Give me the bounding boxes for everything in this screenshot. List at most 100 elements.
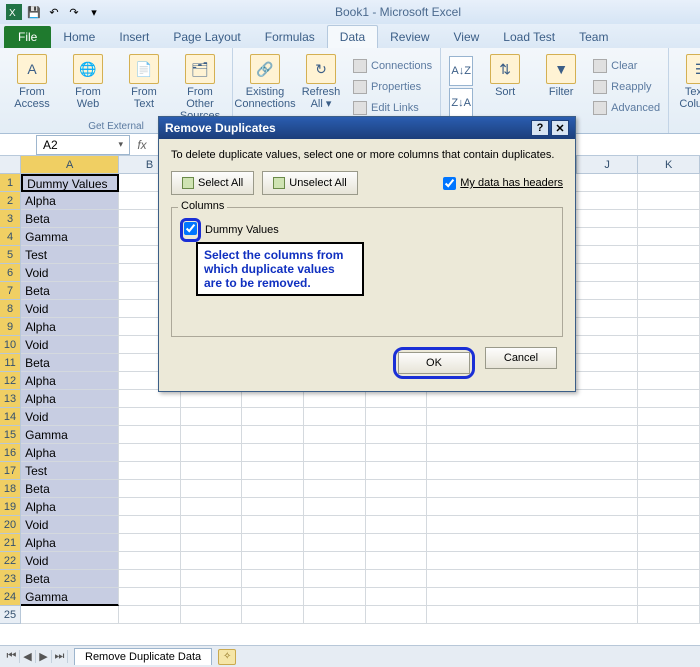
row-header[interactable]: 4 <box>0 228 21 246</box>
cell[interactable]: Beta <box>21 570 119 588</box>
cell[interactable] <box>366 516 428 534</box>
cell[interactable] <box>304 426 366 444</box>
cell[interactable]: Gamma <box>21 426 119 444</box>
cell[interactable] <box>119 588 181 606</box>
cell[interactable] <box>638 444 700 462</box>
cell[interactable]: Alpha <box>21 444 119 462</box>
cell[interactable] <box>638 426 700 444</box>
dialog-close-button[interactable]: ✕ <box>551 120 569 136</box>
cell[interactable] <box>242 426 304 444</box>
cell[interactable] <box>638 210 700 228</box>
cell[interactable] <box>242 408 304 426</box>
cell[interactable]: Void <box>21 408 119 426</box>
text-to-columns-button[interactable]: ☰Text toColumns <box>677 52 700 110</box>
row-header[interactable]: 23 <box>0 570 21 588</box>
cell[interactable] <box>304 588 366 606</box>
cell[interactable] <box>427 606 638 624</box>
select-all-button[interactable]: Select All <box>171 171 254 195</box>
existing-connections-button[interactable]: 🔗ExistingConnections <box>241 52 289 118</box>
row-header[interactable]: 21 <box>0 534 21 552</box>
cell[interactable] <box>638 462 700 480</box>
cell[interactable] <box>242 606 304 624</box>
cell[interactable] <box>181 498 243 516</box>
headers-checkbox[interactable] <box>443 177 456 190</box>
col-header-j[interactable]: J <box>577 156 639 174</box>
filter-button[interactable]: ▼Filter <box>537 52 585 118</box>
tab-home[interactable]: Home <box>51 26 107 48</box>
row-header[interactable]: 10 <box>0 336 21 354</box>
cell[interactable] <box>427 534 638 552</box>
new-sheet-button[interactable]: ✧ <box>218 649 236 665</box>
cell[interactable] <box>304 516 366 534</box>
cell[interactable]: Test <box>21 462 119 480</box>
sort-button[interactable]: ⇅Sort <box>481 52 529 118</box>
cancel-button[interactable]: Cancel <box>485 347 557 369</box>
cell[interactable] <box>638 498 700 516</box>
cell[interactable] <box>119 552 181 570</box>
row-header[interactable]: 3 <box>0 210 21 228</box>
row-header[interactable]: 14 <box>0 408 21 426</box>
properties-link[interactable]: Properties <box>353 77 432 97</box>
cell[interactable] <box>242 570 304 588</box>
connections-link[interactable]: Connections <box>353 56 432 76</box>
refresh-all-button[interactable]: ↻RefreshAll ▾ <box>297 52 345 118</box>
select-all-corner[interactable] <box>0 156 21 174</box>
cell[interactable] <box>119 408 181 426</box>
name-box[interactable]: A2 <box>36 135 130 155</box>
cell[interactable] <box>181 444 243 462</box>
row-header[interactable]: 18 <box>0 480 21 498</box>
tab-load-test[interactable]: Load Test <box>491 26 567 48</box>
cell[interactable] <box>366 444 428 462</box>
cell[interactable] <box>181 480 243 498</box>
cell[interactable] <box>366 480 428 498</box>
sheet-tab[interactable]: Remove Duplicate Data <box>74 648 212 665</box>
cell[interactable] <box>366 588 428 606</box>
cell[interactable] <box>366 534 428 552</box>
cell[interactable]: Beta <box>21 354 119 372</box>
row-header[interactable]: 5 <box>0 246 21 264</box>
cell[interactable] <box>242 534 304 552</box>
cell[interactable] <box>304 462 366 480</box>
cell[interactable] <box>242 444 304 462</box>
cell[interactable] <box>304 570 366 588</box>
cell[interactable] <box>638 264 700 282</box>
cell[interactable] <box>181 606 243 624</box>
row-header[interactable]: 11 <box>0 354 21 372</box>
sheet-nav-first[interactable]: ⏮ <box>4 650 20 663</box>
tab-insert[interactable]: Insert <box>107 26 161 48</box>
cell[interactable] <box>427 444 638 462</box>
cell[interactable] <box>119 426 181 444</box>
cell[interactable]: Beta <box>21 480 119 498</box>
cell[interactable] <box>427 408 638 426</box>
column-checkbox[interactable] <box>184 222 197 235</box>
cell[interactable] <box>638 228 700 246</box>
tab-review[interactable]: Review <box>378 26 441 48</box>
row-header[interactable]: 9 <box>0 318 21 336</box>
cell[interactable] <box>638 192 700 210</box>
cell[interactable] <box>366 426 428 444</box>
col-header-k[interactable]: K <box>638 156 700 174</box>
cell[interactable] <box>427 552 638 570</box>
cell[interactable] <box>119 480 181 498</box>
cell[interactable] <box>181 552 243 570</box>
cell[interactable]: Void <box>21 552 119 570</box>
cell[interactable] <box>638 282 700 300</box>
dialog-help-button[interactable]: ? <box>531 120 549 136</box>
row-header[interactable]: 24 <box>0 588 21 606</box>
cell[interactable] <box>638 174 700 192</box>
cell[interactable] <box>242 498 304 516</box>
cell[interactable] <box>242 480 304 498</box>
cell[interactable] <box>638 318 700 336</box>
cell[interactable] <box>638 246 700 264</box>
tab-formulas[interactable]: Formulas <box>253 26 327 48</box>
redo-icon[interactable]: ↷ <box>66 4 82 20</box>
cell[interactable] <box>181 570 243 588</box>
cell[interactable] <box>366 462 428 480</box>
cell[interactable] <box>366 552 428 570</box>
cell[interactable] <box>366 570 428 588</box>
row-header[interactable]: 25 <box>0 606 21 624</box>
cell[interactable]: Void <box>21 336 119 354</box>
cell[interactable] <box>242 462 304 480</box>
cell[interactable] <box>638 516 700 534</box>
unselect-all-button[interactable]: Unselect All <box>262 171 357 195</box>
